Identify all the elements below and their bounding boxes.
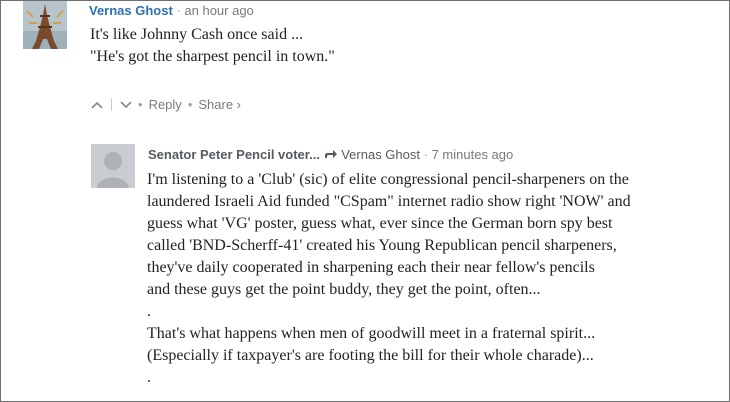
comment-time[interactable]: 7 minutes ago [432, 147, 514, 162]
comment-actions: • Reply • Share › [91, 97, 241, 112]
avatar[interactable] [91, 144, 135, 188]
comment-header: Vernas Ghost · an hour ago [89, 3, 254, 18]
comment-time[interactable]: an hour ago [184, 3, 253, 18]
comment-line: I'm listening to a 'Club' (sic) of elite… [147, 171, 629, 188]
comment-line: laundered Israeli Aid funded "CSpam" int… [147, 193, 631, 210]
comment-line: called 'BND-Scherff-41' created his Youn… [147, 237, 617, 254]
comment-body: It's like Johnny Cash once said ... "He'… [90, 24, 335, 68]
default-user-avatar-icon [91, 144, 135, 188]
chevron-down-icon[interactable] [120, 98, 132, 112]
comment-line: That's what happens when men of goodwill… [147, 325, 596, 342]
reply-to-author[interactable]: Vernas Ghost [341, 147, 420, 162]
avatar[interactable] [23, 1, 67, 49]
eiffel-tower-avatar-icon [23, 1, 67, 49]
comment-author[interactable]: Vernas Ghost [89, 3, 173, 18]
vote-divider [111, 98, 112, 111]
comment-line: . [147, 369, 151, 386]
comment-author[interactable]: Senator Peter Pencil voter... [148, 147, 320, 162]
comment-line: guess what 'VG' poster, guess what, ever… [147, 215, 613, 232]
comment-line: . [147, 303, 151, 320]
action-separator: • [138, 97, 143, 112]
reply-button[interactable]: Reply [149, 97, 182, 112]
comment-line: "He's got the sharpest pencil in town." [90, 48, 335, 65]
chevron-up-icon[interactable] [91, 98, 103, 112]
comment-line: (Especially if taxpayer's are footing th… [147, 347, 594, 364]
comment-header: Senator Peter Pencil voter... Vernas Gho… [148, 147, 513, 162]
reply-arrow-icon [324, 147, 342, 162]
action-separator: • [187, 97, 193, 112]
comment-body: I'm listening to a 'Club' (sic) of elite… [147, 169, 631, 389]
meta-separator: · [423, 147, 432, 162]
share-button[interactable]: Share › [198, 97, 241, 112]
comment-thread: Vernas Ghost · an hour ago It's like Joh… [0, 0, 730, 402]
comment-line: they've daily cooperated in sharpening e… [147, 259, 595, 276]
comment-line: It's like Johnny Cash once said ... [90, 26, 304, 43]
comment-line: and these guys get the point buddy, they… [147, 281, 541, 298]
